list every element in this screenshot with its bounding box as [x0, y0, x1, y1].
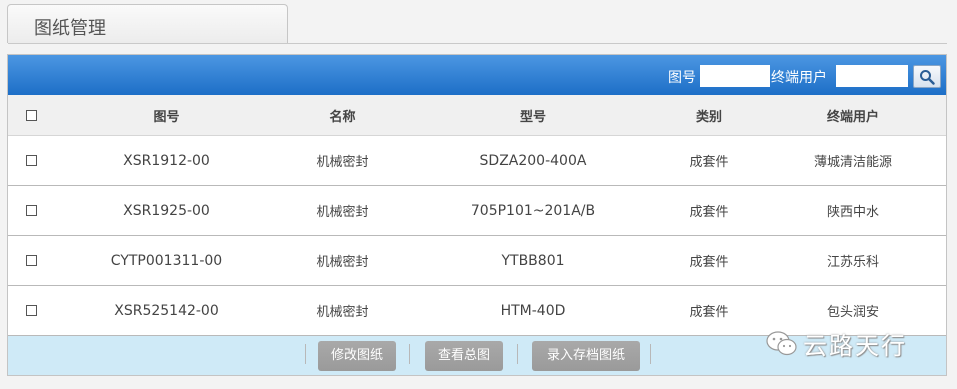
archive-drawing-button[interactable]: 录入存档图纸 — [532, 341, 640, 371]
search-button[interactable] — [913, 65, 941, 88]
column-header[interactable]: 图号 — [54, 95, 279, 136]
drawing-no-label: 图号 — [668, 70, 696, 86]
end-user-cell: 陕西中水 — [758, 185, 946, 236]
divider — [305, 344, 306, 364]
name-cell: 机械密封 — [279, 235, 406, 286]
column-header[interactable]: 名称 — [279, 95, 406, 136]
column-header[interactable]: 型号 — [406, 95, 660, 136]
row-checkbox[interactable] — [25, 205, 37, 216]
watermark: 云路天行 — [765, 324, 955, 364]
select-all-checkbox[interactable] — [25, 109, 37, 121]
name-cell: 机械密封 — [279, 185, 406, 236]
row-select-cell — [8, 235, 54, 286]
column-header[interactable]: 类别 — [660, 95, 758, 136]
category-cell: 成套件 — [660, 185, 758, 236]
table-header-row: 图号 名称 型号 类别 终端用户 — [8, 95, 946, 136]
end-user-cell: 江苏乐科 — [758, 235, 946, 286]
category-cell: 成套件 — [660, 235, 758, 286]
end-user-cell: 薄城清洁能源 — [758, 135, 946, 186]
table-row[interactable]: XSR1925-00 机械密封 705P101~201A/B 成套件 陕西中水 — [8, 185, 946, 236]
category-cell: 成套件 — [660, 135, 758, 186]
category-cell: 成套件 — [660, 285, 758, 336]
end-user-label: 终端用户 — [771, 70, 827, 86]
model-cell: SDZA200-400A — [406, 135, 660, 186]
watermark-text: 云路天行 — [803, 332, 907, 360]
table-row[interactable]: XSR1912-00 机械密封 SDZA200-400A 成套件 薄城清洁能源 — [8, 135, 946, 186]
select-all-cell — [8, 95, 54, 136]
table-row[interactable]: CYTP001311-00 机械密封 YTBB801 成套件 江苏乐科 — [8, 235, 946, 286]
drawing-no-cell: CYTP001311-00 — [54, 235, 279, 286]
drawing-no-cell: XSR1925-00 — [54, 185, 279, 236]
row-select-cell — [8, 185, 54, 236]
wechat-icon — [766, 331, 797, 356]
column-header[interactable]: 终端用户 — [758, 95, 946, 136]
row-select-cell — [8, 135, 54, 186]
tab-divider — [8, 43, 947, 44]
end-user-input[interactable] — [836, 65, 908, 87]
model-cell: HTM-40D — [406, 285, 660, 336]
name-cell: 机械密封 — [279, 285, 406, 336]
tab-strip: 图纸管理 — [0, 0, 957, 44]
search-bar: 图号 终端用户 — [8, 55, 946, 95]
tab-drawing-management[interactable]: 图纸管理 — [7, 4, 288, 43]
row-checkbox[interactable] — [25, 155, 37, 166]
row-checkbox[interactable] — [25, 255, 37, 266]
model-cell: 705P101~201A/B — [406, 185, 660, 236]
view-master-drawing-button[interactable]: 查看总图 — [425, 341, 503, 371]
edit-drawing-button[interactable]: 修改图纸 — [318, 341, 396, 371]
row-checkbox[interactable] — [25, 305, 37, 316]
model-cell: YTBB801 — [406, 235, 660, 286]
divider — [517, 344, 518, 364]
divider — [650, 344, 651, 364]
row-select-cell — [8, 285, 54, 336]
drawing-table: 图号 名称 型号 类别 终端用户 XSR1912-00 机械密封 SDZA200… — [8, 95, 946, 336]
drawing-no-cell: XSR525142-00 — [54, 285, 279, 336]
name-cell: 机械密封 — [279, 135, 406, 186]
magnifier-icon — [920, 70, 935, 85]
drawing-no-cell: XSR1912-00 — [54, 135, 279, 186]
tab-title: 图纸管理 — [34, 18, 106, 39]
divider — [409, 344, 410, 364]
drawing-no-input[interactable] — [700, 65, 770, 87]
